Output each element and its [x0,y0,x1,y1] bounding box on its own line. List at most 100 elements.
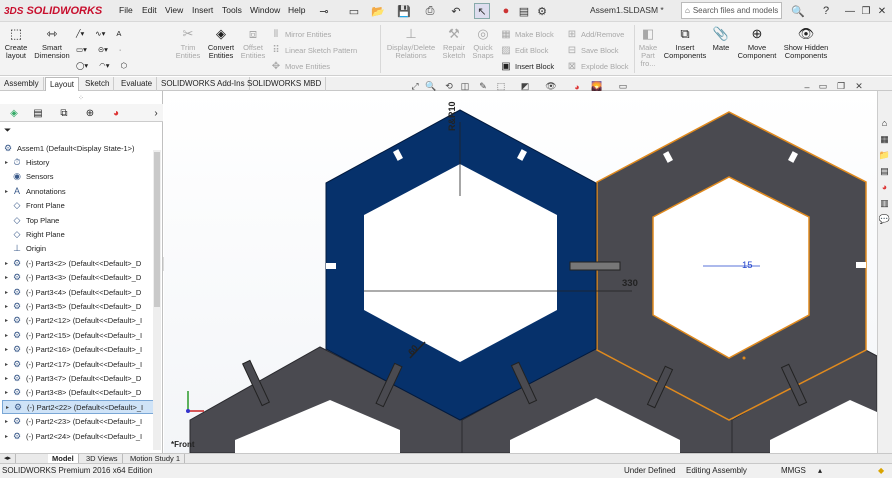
feature-manager-tab-icon[interactable]: ◈ [4,106,24,120]
dynamic-annotation-icon[interactable]: ✎ [476,80,490,93]
search-icon[interactable]: 🔍 [790,3,806,19]
expand-arrow-icon[interactable]: ▸ [2,289,11,296]
tab-evaluate[interactable]: Evaluate [117,77,158,91]
smart-dimension-button[interactable]: ⇿ Smart Dimension [32,26,72,60]
print-icon[interactable]: ⎙ [422,3,438,19]
display-style-icon[interactable]: ◩ [518,80,532,93]
rebuild-status-icon[interactable]: ◆ [878,466,884,475]
explode-block-button[interactable]: ⊠ Explode Block [566,58,632,74]
polygon-icon[interactable]: ⬡ [120,61,127,70]
tree-item[interactable]: ⊥ Origin [2,242,154,256]
inner-dimension[interactable]: 15 [742,260,753,271]
previous-view-icon[interactable]: ⟲ [442,80,456,93]
viewport-restore-icon[interactable]: ❐ [834,80,848,93]
panel-grip-icon[interactable]: ⁘ [78,94,84,102]
viewport-minimize-icon[interactable]: – [800,80,814,93]
appearances-icon[interactable]: ◕ [878,181,891,193]
mirror-entities-button[interactable]: ⫴ Mirror Entities [270,26,375,42]
tree-item[interactable]: ◇ Right Plane [2,227,154,241]
view-orientation-icon[interactable]: ⬚ [494,80,508,93]
expand-arrow-icon[interactable]: ▸ [2,332,11,339]
show-hidden-components-button[interactable]: 👁 Show Hidden Components [782,26,830,60]
display-manager-tab-icon[interactable]: ◕ [106,106,126,120]
expand-arrow-icon[interactable]: ▸ [2,346,11,353]
tree-item[interactable]: ▸ ⚙ (-) Part2<23> (Default<<Default>_I [2,414,154,428]
tree-root[interactable]: ⚙ Assem1 (Default<Display State-1>) [2,141,154,155]
expand-arrow-icon[interactable]: ▸ [3,404,12,411]
expand-arrow-icon[interactable]: ▸ [2,433,11,440]
tree-item[interactable]: ◇ Front Plane [2,199,154,213]
solidworks-logo[interactable]: 3DS SOLIDWORKS [4,3,102,19]
expand-arrow-icon[interactable]: ▸ [2,389,11,396]
panel-next-icon[interactable]: › [146,106,166,120]
tab-addins[interactable]: SOLIDWORKS Add-Ins [157,77,250,91]
menu-tools[interactable]: Tools [222,5,242,15]
tree-item[interactable]: ▸ ⚙ (-) Part3<8> (Default<<Default>_D [2,386,154,400]
menu-view[interactable]: View [165,5,183,15]
circle-icon[interactable]: ◯▾ [76,61,88,70]
insert-components-button[interactable]: ⧉ Insert Components [662,26,708,60]
tab-layout[interactable]: Layout [45,77,80,91]
tree-item[interactable]: ▸ ⚙ (-) Part3<5> (Default<<Default>_D [2,299,154,313]
tree-item[interactable]: ▸ ⚙ (-) Part2<12> (Default<<Default>_I [2,314,154,328]
width-dimension[interactable]: 330 [622,278,638,289]
view-settings-icon[interactable]: ▭ [616,80,630,93]
property-manager-tab-icon[interactable]: ▤ [28,106,48,120]
save-block-button[interactable]: ⊟ Save Block [566,42,632,58]
zoom-area-icon[interactable]: 🔍 [424,80,438,93]
tree-item[interactable]: ▸ ⚙ (-) Part2<22> (Default<<Default>_I [2,400,154,415]
new-document-icon[interactable]: ▭ [346,3,362,19]
create-layout-button[interactable]: ⬚ Create layout [3,26,29,60]
close-button[interactable]: ✕ [874,3,890,19]
tree-item[interactable]: ▸ ⚙ (-) Part2<24> (Default<<Default>_I [2,429,154,443]
repair-sketch-button[interactable]: ⚒ Repair Sketch [440,26,468,60]
viewport-close-icon[interactable]: ✕ [852,80,866,93]
edit-appearance-icon[interactable]: ◕ [570,80,584,93]
tree-item[interactable]: ▸ ⚙ (-) Part3<7> (Default<<Default>_D [2,371,154,385]
expand-arrow-icon[interactable]: ▸ [2,375,11,382]
tree-item[interactable]: ▸ ⚙ (-) Part3<3> (Default<<Default>_D [2,271,154,285]
tab-mbd[interactable]: SOLIDWORKS MBD [243,77,327,91]
graphics-area[interactable]: R&R10 330 15 60 *Front [164,91,877,453]
file-explorer-icon[interactable]: 📁 [878,149,891,161]
expand-arrow-icon[interactable]: ▸ [2,361,11,368]
line-icon[interactable]: ╱▾ [76,29,84,38]
slot-icon[interactable]: ⊝▾ [98,45,108,54]
tree-item[interactable]: ▸ A Annotations [2,184,154,198]
spline-icon[interactable]: ∿▾ [95,29,105,38]
radius-dimension[interactable]: R&R10 [447,101,457,131]
display-delete-relations-button[interactable]: ⊥ Display/Delete Relations [385,26,437,60]
tab-sketch[interactable]: Sketch [81,77,115,91]
view-palette-icon[interactable]: ▤ [878,165,891,177]
apply-scene-icon[interactable]: 🌄 [590,80,604,93]
menu-window[interactable]: Window [250,5,280,15]
offset-entities-button[interactable]: ⧈ Offset Entities [240,26,266,60]
filter-icon[interactable]: ⏷ [4,125,11,136]
undo-icon[interactable]: ↶ [448,3,464,19]
tree-item[interactable]: ▸ ⚙ (-) Part3<2> (Default<<Default>_D [2,256,154,270]
mate-button[interactable]: 📎 Mate [710,26,732,52]
tree-item[interactable]: ◇ Top Plane [2,213,154,227]
tree-scrollbar-thumb[interactable] [154,152,160,307]
help-icon[interactable]: ? [818,3,834,19]
section-view-icon[interactable]: ◫ [458,80,472,93]
expand-arrow-icon[interactable]: ▸ [2,317,11,324]
forum-icon[interactable]: 💬 [878,213,891,225]
trim-entities-button[interactable]: ✂ Trim Entities [173,26,203,60]
expand-arrow-icon[interactable]: ▸ [2,188,11,195]
dimxpert-tab-icon[interactable]: ⊕ [80,106,100,120]
design-library-icon[interactable]: ▦ [878,133,891,145]
insert-block-button[interactable]: ▣ Insert Block [500,58,564,74]
make-block-button[interactable]: ▦ Make Block [500,26,564,42]
rebuild-icon[interactable]: ● [498,3,514,19]
restore-button[interactable]: ❐ [858,3,874,19]
file-properties-icon[interactable]: ▤ [516,3,532,19]
make-part-from-block-button[interactable]: ◧ Make Part fro... [636,26,660,68]
point-icon[interactable]: · [119,45,122,54]
tree-item[interactable]: ◉ Sensors [2,170,154,184]
solidworks-resources-icon[interactable]: ⌂ [878,117,891,129]
linear-sketch-pattern-button[interactable]: ⠿ Linear Sketch Pattern [270,42,375,58]
search-commands-input[interactable]: ⌂ Search files and models [681,2,782,19]
expand-arrow-icon[interactable]: ▸ [2,303,11,310]
options-gear-icon[interactable]: ⚙ [534,3,550,19]
